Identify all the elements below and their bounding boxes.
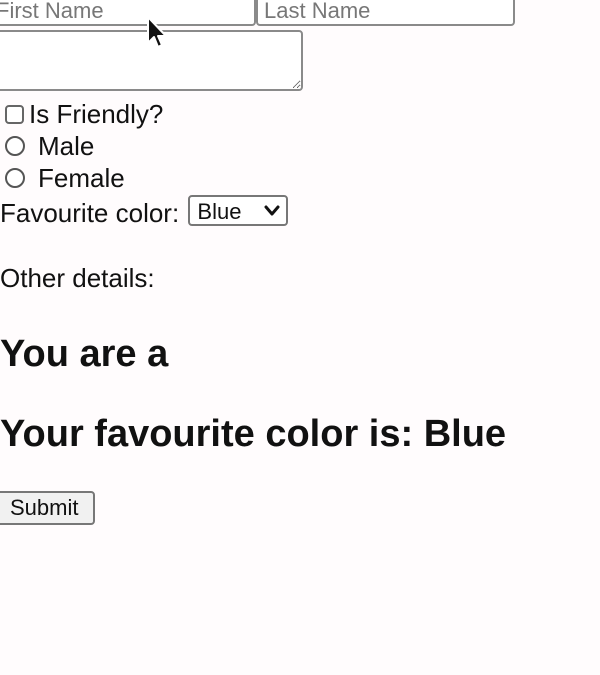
first-name-input[interactable]	[0, 0, 256, 26]
female-label: Female	[38, 163, 125, 193]
mouse-cursor-icon	[147, 16, 167, 48]
male-label: Male	[38, 131, 95, 161]
other-details-label: Other details:	[0, 263, 155, 293]
last-name-input[interactable]	[256, 0, 515, 26]
gender-option-male[interactable]: Male	[5, 131, 94, 161]
you-are-heading: You are a	[0, 333, 169, 375]
favourite-color-row: Favourite color: Blue	[0, 195, 289, 228]
is-friendly-checkbox[interactable]	[5, 105, 24, 124]
gender-option-female[interactable]: Female	[5, 163, 125, 193]
chevron-down-icon	[264, 205, 280, 216]
is-friendly-label: Is Friendly?	[29, 99, 164, 129]
male-radio[interactable]	[5, 136, 25, 156]
female-radio[interactable]	[5, 168, 25, 188]
favourite-color-selected-value: Blue	[197, 199, 242, 224]
favourite-color-heading: Your favourite color is: Blue	[0, 413, 507, 455]
favourite-color-label: Favourite color:	[0, 198, 180, 228]
is-friendly-row[interactable]: Is Friendly?	[0, 99, 163, 129]
favourite-color-select[interactable]: Blue	[188, 195, 289, 226]
form-page: Is Friendly? Male Female Favourite color…	[0, 0, 600, 675]
submit-button[interactable]: Submit	[0, 491, 95, 525]
